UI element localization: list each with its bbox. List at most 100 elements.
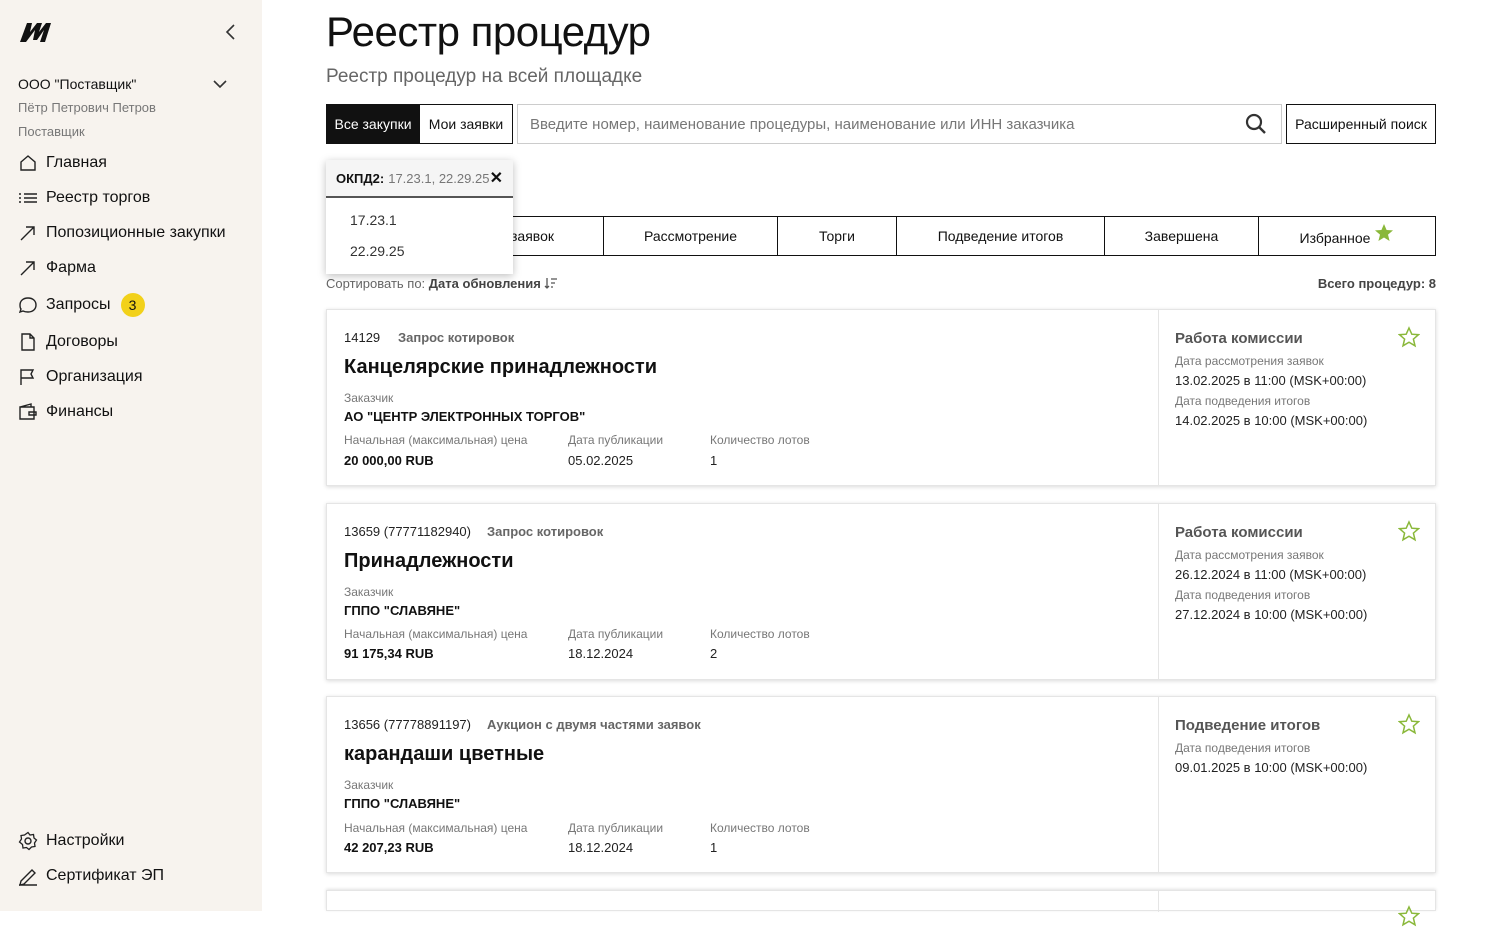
okpd2-filter-dropdown: ОКПД2: 17.23.1, 22.29.25 ✕ 17.23.1 22.29… [326,160,513,274]
procedure-number: 13659 (77771182940) [344,524,471,539]
procedure-type: Аукцион с двумя частями заявок [487,717,701,732]
procedure-card[interactable]: 14129 Запрос котировок Канцелярские прин… [326,309,1436,486]
procedure-name[interactable]: Канцелярские принадлежности [344,356,657,379]
list-icon [18,188,38,208]
procedure-name[interactable]: карандаши цветные [344,743,544,766]
user-name: Пётр Петрович Петров [18,100,156,115]
tab-label: заявок [511,228,554,244]
procedure-number: 13656 (77778891197) [344,717,471,732]
tab-review[interactable]: Рассмотрение [604,217,778,255]
logo-icon[interactable] [18,18,56,46]
filter-option[interactable]: 17.23.1 [326,204,513,235]
nav-item-home[interactable]: Главная [18,150,107,176]
price-value: 42 207,23 RUB [344,840,434,855]
pub-date-label: Дата публикации [568,627,664,641]
procedure-status: Работа комиссии [1175,524,1303,541]
pub-date-label: Дата публикации [568,433,664,447]
procedure-card[interactable]: 13659 (77771182940) Запрос котировок При… [326,503,1436,680]
filter-name: ОКПД2: [336,170,385,186]
filter-option[interactable]: 22.29.25 [326,235,513,266]
all-purchases-button[interactable]: Все закупки [326,104,420,144]
search-box [517,104,1282,144]
nav-label: Реестр торгов [46,189,151,206]
customer-name: ГППО "СЛАВЯНЕ" [344,603,461,618]
tab-bidding[interactable]: Торги [778,217,897,255]
customer-label: Заказчик [344,778,394,792]
date-label: Дата рассмотрения заявок [1175,548,1324,562]
card-main: 14129 Запрос котировок Канцелярские прин… [327,310,1159,485]
my-bids-button[interactable]: Мои заявки [419,104,513,144]
nav-item-pharma[interactable]: Фарма [18,255,96,281]
date-label: Дата подведения итогов [1175,741,1311,755]
procedure-type: Запрос котировок [398,330,515,345]
nav-item-trade-registry[interactable]: Реестр торгов [18,185,150,211]
customer-label: Заказчик [344,391,394,405]
user-role: Поставщик [18,124,85,139]
procedure-type: Запрос котировок [487,524,604,539]
chat-icon [18,295,38,315]
search-input[interactable] [518,106,1245,142]
nav-label: Попозиционные закупки [46,224,226,241]
signature-icon [18,866,38,886]
date-value: 09.01.2025 в 10:00 (MSK+00:00) [1175,760,1368,775]
page-subtitle: Реестр процедур на всей площадке [326,66,643,87]
customer-label: Заказчик [344,585,394,599]
nav-label: Запросы [46,296,111,313]
advanced-search-button[interactable]: Расширенный поиск [1286,104,1436,144]
arrow-up-right-icon [18,258,38,278]
nav-item-settings[interactable]: Настройки [18,828,124,854]
chevron-down-icon[interactable] [212,78,228,90]
arrow-up-right-icon [18,223,38,243]
tab-label: Рассмотрение [643,228,738,244]
collapse-sidebar-icon[interactable] [224,22,238,42]
organization-name[interactable]: ООО "Поставщик" [18,76,136,92]
nav-item-contracts[interactable]: Договоры [18,329,118,355]
nav-item-position-purchases[interactable]: Попозиционные закупки [18,220,226,246]
filter-values: 17.23.1, 22.29.25 [388,170,490,186]
lots-value: 1 [710,840,718,855]
customer-name: ГППО "СЛАВЯНЕ" [344,796,461,811]
close-icon[interactable]: ✕ [490,168,503,188]
lots-label: Количество лотов [710,433,810,447]
nav-item-organization[interactable]: Организация [18,364,143,390]
tab-label: Избранное [1299,230,1371,246]
nav-item-requests[interactable]: Запросы 3 [18,292,145,318]
nav-label: Главная [46,154,107,171]
nav-item-certificate[interactable]: Сертификат ЭП [18,863,164,889]
date-label: Дата рассмотрения заявок [1175,354,1324,368]
customer-name: АО "ЦЕНТР ЭЛЕКТРОННЫХ ТОРГОВ" [344,409,586,424]
procedure-card[interactable]: 13656 (77778891197) Аукцион с двумя част… [326,696,1436,873]
star-filled-icon [1375,224,1394,241]
sort-control[interactable]: Сортировать по: Дата обновления [326,276,558,291]
date-value: 27.12.2024 в 10:00 (MSK+00:00) [1175,607,1368,622]
procedure-status: Работа комиссии [1175,330,1303,347]
favorite-star-icon[interactable] [1398,713,1420,735]
procedure-card[interactable] [326,890,1436,927]
tab-completed[interactable]: Завершена [1105,217,1259,255]
favorite-star-icon[interactable] [1398,905,1420,927]
wallet-icon [18,402,38,422]
favorite-star-icon[interactable] [1398,520,1420,542]
procedure-status: Подведение итогов [1175,717,1321,734]
procedure-number: 14129 [344,330,381,345]
procedure-name[interactable]: Принадлежности [344,550,514,573]
card-main: 13659 (77771182940) Запрос котировок При… [327,504,1159,679]
tab-label: Торги [819,228,855,244]
sort-icon [544,278,558,289]
nav-label: Фарма [46,259,96,276]
sidebar: ООО "Поставщик" Пётр Петрович Петров Пос… [0,0,262,911]
filter-chip[interactable]: ОКПД2: 17.23.1, 22.29.25 ✕ [326,160,513,198]
lots-label: Количество лотов [710,627,810,641]
nav-label: Настройки [46,832,125,849]
search-icon[interactable] [1245,113,1267,135]
nav-item-finance[interactable]: Финансы [18,399,113,425]
tab-summary[interactable]: Подведение итогов [897,217,1105,255]
home-icon [18,153,38,173]
price-value: 91 175,34 RUB [344,646,434,661]
requests-count-badge: 3 [120,293,145,317]
total-procedures: Всего процедур: 8 [1317,276,1436,291]
card-main [327,891,1159,912]
tab-favorites[interactable]: Избранное [1259,217,1435,255]
favorite-star-icon[interactable] [1398,326,1420,348]
pub-date-value: 18.12.2024 [568,646,634,661]
